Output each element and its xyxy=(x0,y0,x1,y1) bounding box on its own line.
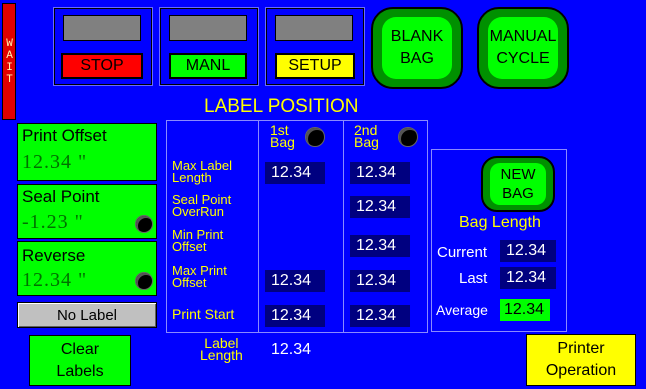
hmi-screen: WAIT STOP MANL SETUP BLANK BAG MANUAL CY… xyxy=(0,0,646,389)
row-label-line2: Offset xyxy=(172,239,207,254)
stop-button[interactable]: STOP xyxy=(61,53,143,79)
wait-indicator: WAIT xyxy=(2,3,16,120)
label-length-value: 12.34 xyxy=(265,339,325,361)
last-value: 12.34 xyxy=(500,267,556,289)
clear-labels-button[interactable]: Clear Labels xyxy=(29,335,131,386)
row-label-line2: Offset xyxy=(172,275,207,290)
seal-point-panel[interactable]: Seal Point -1.23 " xyxy=(17,184,157,239)
clear-labels-line2: Labels xyxy=(56,362,104,380)
label-length-line2: Length xyxy=(200,347,243,363)
last-label: Last xyxy=(459,270,488,287)
average-label: Average xyxy=(436,302,488,318)
print-offset-panel[interactable]: Print Offset 12.34 " xyxy=(17,123,157,181)
reverse-panel[interactable]: Reverse 12.34 " xyxy=(17,241,157,296)
row-label-line2: Length xyxy=(172,170,212,185)
max-print-offset-bag1-value[interactable]: 12.34 xyxy=(265,270,325,292)
max-print-offset-bag2-value[interactable]: 12.34 xyxy=(350,270,410,292)
row-label-max-print-offset: Max Print Offset xyxy=(172,264,227,290)
row-label-min-print-offset: Min Print Offset xyxy=(172,228,223,254)
print-offset-value: 12.34 " xyxy=(22,151,88,173)
wait-label: WAIT xyxy=(3,37,16,86)
print-offset-label: Print Offset xyxy=(22,126,107,145)
blank-bag-label-line2: BAG xyxy=(400,50,434,67)
min-print-offset-bag2-value[interactable]: 12.34 xyxy=(350,235,410,257)
setup-status-window xyxy=(275,15,353,41)
max-label-length-bag2-value[interactable]: 12.34 xyxy=(350,162,410,184)
seal-point-label: Seal Point xyxy=(22,187,100,206)
printer-operation-button[interactable]: Printer Operation xyxy=(526,334,636,386)
manl-panel: MANL xyxy=(159,7,259,86)
row-label-line2: OverRun xyxy=(172,204,225,219)
col2-knob-icon[interactable] xyxy=(398,127,418,147)
label-length-label: Label Length xyxy=(200,336,243,363)
manual-cycle-button[interactable]: MANUAL CYCLE xyxy=(477,7,569,89)
current-value: 12.34 xyxy=(500,240,556,262)
setup-button-label: SETUP xyxy=(288,57,342,74)
reverse-label: Reverse xyxy=(22,246,86,265)
reverse-knob-icon[interactable] xyxy=(135,272,153,290)
manl-status-window xyxy=(169,15,247,41)
printer-operation-line1: Printer xyxy=(557,340,605,357)
stop-panel: STOP xyxy=(53,7,153,86)
seal-point-overrun-bag2-value[interactable]: 12.34 xyxy=(350,196,410,218)
row-label-seal-point-overrun: Seal Point OverRun xyxy=(172,193,231,219)
page-title: LABEL POSITION xyxy=(204,96,359,117)
max-label-length-bag1-value[interactable]: 12.34 xyxy=(265,162,325,184)
stop-status-window xyxy=(63,15,141,41)
manual-cycle-label-line2: CYCLE xyxy=(496,50,550,67)
setup-button[interactable]: SETUP xyxy=(275,53,355,79)
current-label: Current xyxy=(437,244,488,261)
clear-labels-line1: Clear xyxy=(60,340,100,358)
no-label-button-label: No Label xyxy=(56,306,118,324)
col1-knob-icon[interactable] xyxy=(305,127,325,147)
manl-button[interactable]: MANL xyxy=(169,53,247,79)
table-divider xyxy=(343,120,344,333)
no-label-button[interactable]: No Label xyxy=(17,302,157,328)
print-start-bag1-value[interactable]: 12.34 xyxy=(265,305,325,327)
setup-panel: SETUP xyxy=(265,7,365,86)
manl-button-label: MANL xyxy=(185,57,231,74)
row-label-print-start: Print Start xyxy=(172,306,235,322)
col2-header-line2: Bag xyxy=(354,134,379,150)
bag-length-title: Bag Length xyxy=(459,214,541,231)
new-bag-label-line2: BAG xyxy=(502,185,534,202)
printer-operation-line2: Operation xyxy=(545,362,617,379)
print-start-bag2-value[interactable]: 12.34 xyxy=(350,305,410,327)
col1-header: 1st Bag xyxy=(270,123,295,150)
col1-header-line2: Bag xyxy=(270,134,295,150)
table-divider xyxy=(258,120,259,333)
blank-bag-label-line1: BLANK xyxy=(390,28,444,45)
new-bag-button[interactable]: NEW BAG xyxy=(481,156,555,212)
stop-button-label: STOP xyxy=(80,57,124,74)
row-label-max-label-length: Max Label Length xyxy=(172,159,232,185)
manual-cycle-label-line1: MANUAL xyxy=(489,28,557,45)
average-value: 12.34 xyxy=(500,299,550,321)
new-bag-label-line1: NEW xyxy=(500,166,536,183)
col2-header: 2nd Bag xyxy=(354,123,379,150)
seal-point-knob-icon[interactable] xyxy=(135,215,153,233)
blank-bag-button[interactable]: BLANK BAG xyxy=(371,7,463,89)
